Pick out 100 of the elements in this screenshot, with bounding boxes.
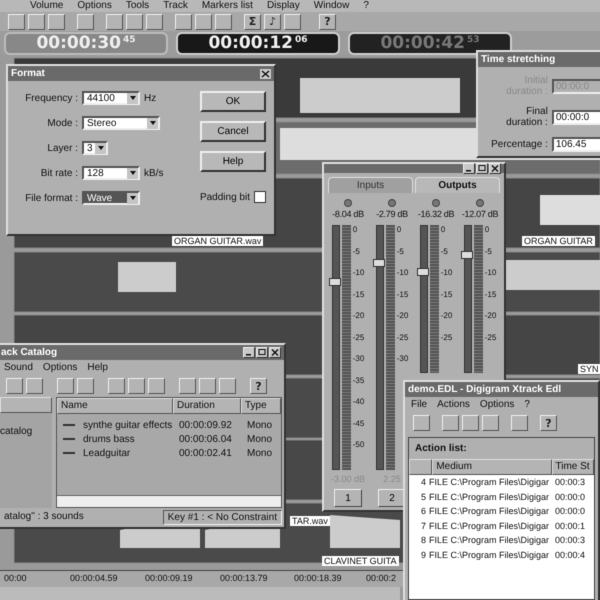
toolbar-button[interactable] bbox=[413, 415, 430, 431]
toolbar-button[interactable] bbox=[26, 378, 43, 394]
fader-thumb[interactable] bbox=[416, 268, 429, 276]
dialog-button[interactable]: Help bbox=[200, 151, 266, 172]
maximize-icon[interactable] bbox=[476, 163, 488, 174]
menu-item[interactable]: Help bbox=[87, 362, 108, 373]
toolbar-button[interactable] bbox=[442, 415, 459, 431]
column-header[interactable]: Duration bbox=[173, 398, 241, 414]
toolbar-button[interactable]: ? bbox=[250, 378, 267, 394]
dropdown[interactable]: Stereo bbox=[82, 116, 160, 130]
scale-label: 0 bbox=[440, 225, 446, 235]
toolbar-button[interactable] bbox=[195, 14, 212, 30]
toolbar-button[interactable]: ♪ bbox=[264, 14, 281, 30]
dropdown[interactable]: Wave bbox=[82, 191, 140, 205]
menu-item[interactable]: Volume bbox=[30, 0, 64, 12]
level-reading: -12.07 dB bbox=[462, 209, 498, 219]
scale-label: -30 bbox=[396, 354, 408, 364]
tree-item[interactable]: catalog bbox=[0, 426, 52, 437]
scale-label: -15 bbox=[484, 290, 496, 300]
toolbar-button[interactable] bbox=[128, 378, 145, 394]
scale-label: -15 bbox=[440, 290, 452, 300]
fader-thumb[interactable] bbox=[372, 259, 385, 268]
scale-label: -20 bbox=[396, 311, 408, 321]
dialog-button[interactable]: Cancel bbox=[200, 121, 266, 142]
toolbar-button[interactable]: ? bbox=[319, 14, 336, 30]
toolbar-button[interactable] bbox=[126, 14, 143, 30]
dropdown[interactable]: 128 bbox=[82, 166, 140, 180]
toolbar-button[interactable] bbox=[482, 415, 499, 431]
menu-item[interactable]: ? bbox=[524, 399, 530, 410]
toolbar-button[interactable] bbox=[77, 378, 94, 394]
toolbar-button[interactable] bbox=[77, 14, 94, 30]
ruler-label: 00:00:09.19 bbox=[145, 573, 193, 583]
menu-item[interactable]: ? bbox=[363, 0, 369, 12]
fader[interactable] bbox=[376, 225, 384, 470]
dialog-button[interactable]: OK bbox=[200, 91, 266, 112]
minimize-icon[interactable] bbox=[243, 347, 255, 358]
toolbar-button[interactable] bbox=[199, 378, 216, 394]
toolbar-button[interactable]: ? bbox=[540, 415, 557, 431]
tab[interactable]: Inputs bbox=[328, 177, 413, 193]
menu-item[interactable]: Window bbox=[314, 0, 350, 12]
clip-label: ORGAN GUITAR bbox=[522, 236, 595, 246]
fader-thumb[interactable] bbox=[328, 278, 341, 286]
fader[interactable] bbox=[464, 225, 472, 373]
toolbar-button[interactable] bbox=[179, 378, 196, 394]
menu-item[interactable]: File bbox=[411, 399, 428, 410]
table-cell: Mono bbox=[247, 448, 272, 458]
menu-item[interactable]: Tools bbox=[126, 0, 150, 12]
scrollbar[interactable] bbox=[57, 495, 281, 507]
minimize-icon[interactable] bbox=[463, 163, 475, 174]
tab[interactable]: Outputs bbox=[415, 177, 500, 193]
column-header[interactable]: Time St bbox=[552, 459, 594, 475]
table-cell: Mono bbox=[247, 420, 272, 430]
field-label: Layer : bbox=[46, 142, 78, 154]
level-reading: -16.32 dB bbox=[418, 209, 454, 219]
fader[interactable] bbox=[420, 225, 428, 373]
toolbar-button[interactable] bbox=[215, 14, 232, 30]
maximize-icon[interactable] bbox=[256, 347, 268, 358]
toolbar-button[interactable] bbox=[511, 415, 528, 431]
toolbar-button[interactable] bbox=[175, 14, 192, 30]
scrollbar[interactable] bbox=[0, 587, 400, 600]
toolbar-button[interactable] bbox=[108, 378, 125, 394]
menu-item[interactable]: Actions bbox=[437, 399, 470, 410]
input-field[interactable]: 00:00:0 bbox=[552, 110, 600, 124]
toolbar-button[interactable] bbox=[6, 378, 23, 394]
toolbar-button[interactable]: Σ bbox=[244, 14, 261, 30]
toolbar-button[interactable] bbox=[284, 14, 301, 30]
dropdown[interactable]: 44100 bbox=[82, 91, 140, 105]
column-header[interactable]: Type bbox=[241, 398, 281, 414]
checkbox-label: Padding bit bbox=[200, 192, 250, 202]
checkbox[interactable] bbox=[254, 191, 266, 203]
scale-label: -15 bbox=[352, 290, 364, 300]
toolbar-button[interactable] bbox=[8, 14, 25, 30]
time-counter: 00:00:42$^{53}$ bbox=[348, 32, 512, 54]
table-cell-text: 00:00:02.41 bbox=[178, 448, 233, 458]
menu-item[interactable]: Options bbox=[480, 399, 514, 410]
menu-item[interactable]: Display bbox=[266, 0, 300, 12]
menu-item[interactable]: Options bbox=[42, 362, 78, 373]
menu-item[interactable]: Track bbox=[163, 0, 188, 12]
toolbar-button[interactable] bbox=[28, 14, 45, 30]
input-field[interactable]: 106.45 bbox=[552, 137, 600, 152]
column-header[interactable]: Medium bbox=[432, 459, 552, 475]
toolbar-button[interactable] bbox=[219, 378, 236, 394]
column-header[interactable]: Name bbox=[57, 398, 173, 414]
close-icon[interactable] bbox=[260, 68, 271, 78]
fader[interactable] bbox=[332, 225, 340, 470]
toolbar-button[interactable] bbox=[106, 14, 123, 30]
toolbar-button[interactable] bbox=[462, 415, 479, 431]
status-led bbox=[476, 199, 484, 207]
toolbar-button[interactable] bbox=[57, 378, 74, 394]
toolbar-button[interactable] bbox=[48, 14, 65, 30]
toolbar-button[interactable] bbox=[146, 14, 163, 30]
channel-button[interactable]: 1 bbox=[334, 489, 362, 507]
table-cell-text: 00:00:3 bbox=[554, 477, 586, 488]
fader-thumb[interactable] bbox=[460, 251, 473, 260]
toolbar-button[interactable] bbox=[148, 378, 165, 394]
dropdown[interactable]: 3 bbox=[82, 141, 108, 155]
menu-item[interactable]: Sound bbox=[4, 362, 33, 373]
menu-item[interactable]: Options bbox=[77, 0, 112, 12]
table-cell-text: 00:00:0 bbox=[554, 492, 586, 502]
menu-item[interactable]: Markers list bbox=[202, 0, 253, 12]
